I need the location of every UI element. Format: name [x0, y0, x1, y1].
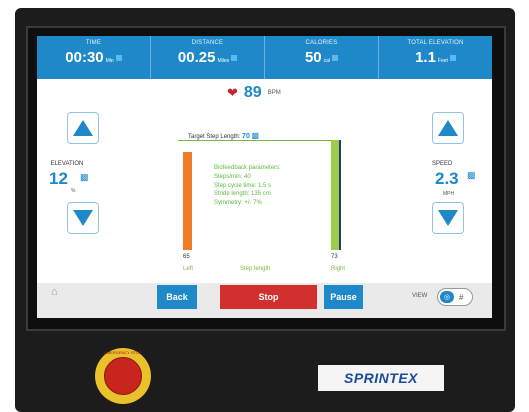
- brand-logo-text: SPRINTEX: [343, 370, 418, 386]
- left-bar-label: Left: [183, 266, 194, 272]
- biofeedback-line: Steps/min: 40: [214, 173, 251, 180]
- heart-rate-value: 89: [243, 84, 262, 101]
- right-step-bar-edge: [339, 140, 341, 250]
- view-circle-icon[interactable]: ◎: [440, 291, 454, 303]
- elevation-unit: %: [71, 188, 76, 194]
- stat-calories-unit: cal: [323, 58, 331, 64]
- brand-logo: SPRINTEX: [318, 365, 444, 391]
- emergency-stop-button[interactable]: [104, 357, 142, 395]
- elevation-label: Elevation: [50, 161, 84, 167]
- right-step-value: 73: [331, 254, 338, 260]
- stat-time-icon: [115, 54, 122, 61]
- elevation-mode-icon[interactable]: ▩: [80, 172, 89, 183]
- stat-calories-value: 50: [304, 49, 322, 66]
- biofeedback-line: Stride length: 135 cm: [214, 191, 271, 198]
- biofeedback-panel: Biofeedback parameters: Steps/min: 40 St…: [214, 164, 281, 208]
- stat-calories-label: Calories: [305, 40, 338, 46]
- stat-time-value: 00:30: [65, 49, 104, 66]
- stop-button[interactable]: Stop: [220, 285, 317, 309]
- stat-time-unit: Min: [105, 58, 114, 64]
- view-toggle[interactable]: ◎ #: [437, 288, 473, 306]
- left-step-value: 65: [183, 254, 190, 260]
- left-step-bar: [183, 152, 192, 250]
- target-edit-icon[interactable]: ▩: [252, 131, 260, 140]
- biofeedback-line: Symmetry: +/- 7%: [214, 200, 262, 207]
- view-grid-option[interactable]: #: [459, 293, 463, 302]
- stat-elevation-total-unit: Feet: [437, 58, 448, 64]
- speed-mode-icon[interactable]: ▩: [467, 170, 476, 181]
- heart-rate-unit: BPM: [267, 90, 281, 96]
- pause-button[interactable]: Pause: [324, 285, 363, 309]
- stat-distance-value: 00.25: [177, 49, 216, 66]
- target-step-length-value: 70: [242, 133, 250, 140]
- right-bar-label: Right: [331, 266, 346, 272]
- emergency-stop-label: EMERGENCY STOP: [104, 350, 142, 355]
- speed-value: 2.3: [435, 169, 459, 188]
- stat-elevation-total: Total Elevation 1.1 Feet: [379, 36, 492, 79]
- biofeedback-title: Biofeedback parameters:: [214, 165, 281, 171]
- elevation-down-button[interactable]: [67, 202, 99, 234]
- arrow-up-icon: [73, 120, 93, 136]
- stat-distance-icon: [231, 54, 238, 61]
- elevation-up-button[interactable]: [67, 112, 99, 144]
- speed-up-button[interactable]: [432, 112, 464, 144]
- stat-distance-label: Distance: [191, 40, 224, 46]
- elevation-value: 12: [49, 169, 68, 188]
- step-length-label: Step length: [240, 266, 271, 272]
- stat-distance: Distance 00.25 Miles: [151, 36, 265, 79]
- arrow-up-icon: [438, 120, 458, 136]
- arrow-down-icon: [73, 210, 93, 226]
- stat-calories: Calories 50 cal: [265, 36, 379, 79]
- stat-distance-unit: Miles: [217, 58, 230, 64]
- speed-label: Speed: [432, 161, 453, 167]
- speed-down-button[interactable]: [432, 202, 464, 234]
- view-label: View: [412, 293, 428, 299]
- touch-screen: Time 00:30 Min Distance 00.25 Miles Calori…: [37, 36, 492, 318]
- stat-time-label: Time: [85, 40, 102, 46]
- biofeedback-line: Step cycle time: 1.5 s: [214, 182, 272, 189]
- target-step-length: Target Step Length: 70 ▩: [188, 131, 259, 140]
- stat-calories-icon: [332, 54, 339, 61]
- heart-icon: ❤: [227, 85, 238, 100]
- arrow-down-icon: [438, 210, 458, 226]
- stat-elevation-total-icon: [449, 54, 456, 61]
- stat-elevation-total-label: Total Elevation: [407, 40, 464, 46]
- home-icon[interactable]: ⌂: [51, 286, 58, 298]
- stats-bar: Time 00:30 Min Distance 00.25 Miles Calori…: [37, 36, 492, 79]
- heart-rate: ❤ 89 BPM: [227, 84, 281, 101]
- speed-unit: MPH: [443, 191, 455, 197]
- target-line: [178, 140, 333, 141]
- stat-time: Time 00:30 Min: [37, 36, 151, 79]
- back-button[interactable]: Back: [157, 285, 197, 309]
- stat-elevation-total-value: 1.1: [415, 49, 436, 66]
